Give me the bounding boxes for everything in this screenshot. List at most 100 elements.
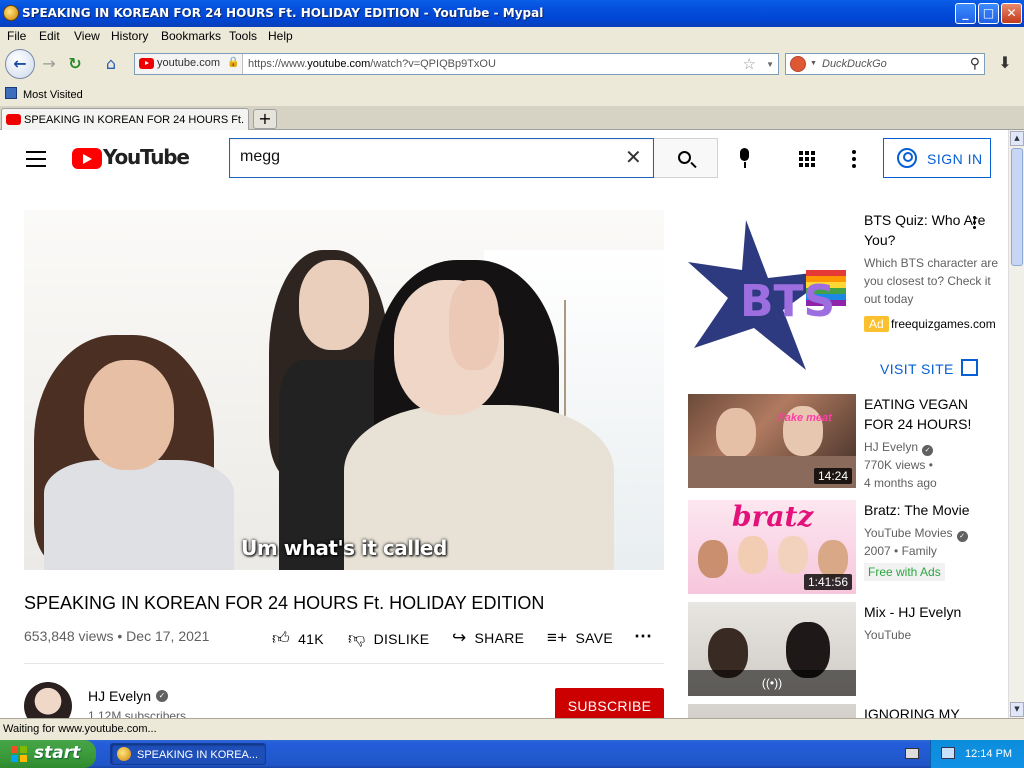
taskbar-window-item[interactable]: SPEAKING IN KOREA... [110,743,266,765]
subscribe-button[interactable]: SUBSCRIBE [555,688,664,718]
rec-age: 4 months ago [864,476,937,490]
tab-youtube[interactable]: SPEAKING IN KOREAN FOR 24 HOURS Ft. H... [1,108,249,130]
minimize-button[interactable]: _ [955,3,976,24]
page-viewport: YouTube ✕ SIGN IN Um what's it called SP… [0,130,1008,718]
rec-title[interactable]: Mix - HJ Evelyn [864,602,996,622]
youtube-logo-text[interactable]: YouTube [103,145,190,169]
menu-bookmarks[interactable]: Bookmarks [161,29,221,43]
rec-channel[interactable]: HJ Evelyn ✓ [864,438,934,456]
clear-search-icon[interactable]: ✕ [625,145,642,170]
youtube-logo-icon[interactable] [72,148,102,169]
close-button[interactable]: ✕ [1001,3,1022,24]
url-dropdown-icon[interactable]: ▼ [766,60,774,69]
sign-in-label: SIGN IN [927,151,983,167]
share-label: SHARE [474,630,525,646]
mypal-app-icon [117,747,131,761]
menu-help[interactable]: Help [268,29,293,43]
hamburger-menu-icon[interactable] [26,151,46,167]
duration-badge: 14:24 [813,468,852,484]
bookmarks-toolbar: Most Visited [0,82,1024,106]
most-visited-link[interactable]: Most Visited [23,89,83,101]
live-radio-icon: ((•)) [761,676,783,690]
rec-title[interactable]: IGNORING MY [864,704,996,718]
forward-arrow-icon[interactable]: → [36,51,62,77]
scrollbar-thumb[interactable] [1011,148,1023,266]
dislike-button[interactable]: 👎︎ DISLIKE [348,628,429,649]
rec-thumbnail[interactable] [688,704,856,718]
share-button[interactable]: ↪ SHARE [452,628,524,648]
ad-thumbnail[interactable]: BTS [688,210,856,378]
video-player[interactable]: Um what's it called [24,210,664,570]
channel-name[interactable]: HJ Evelyn [88,688,151,704]
network-icon[interactable] [941,747,955,759]
back-arrow-icon[interactable]: ← [5,49,35,79]
scroll-down-icon[interactable]: ▼ [1010,702,1024,717]
search-engine-dropdown-icon[interactable]: ▼ [810,60,817,67]
clock[interactable]: 12:14 PM [965,748,1012,760]
rec-channel[interactable]: YouTube [864,626,911,644]
thumbs-up-icon: 👍︎ [272,629,291,648]
microphone-icon[interactable] [740,148,750,170]
search-icon[interactable]: ⚲ [970,55,980,72]
ad-description: Which BTS character are you closest to? … [864,256,999,306]
rec-thumbnail[interactable]: Fake meat 14:24 [688,394,856,488]
youtube-search-box[interactable]: ✕ [229,138,654,178]
youtube-search-button[interactable] [654,138,718,178]
sign-in-button[interactable]: SIGN IN [883,138,991,178]
duckduckgo-icon[interactable] [790,56,806,72]
video-caption: Um what's it called [241,536,447,560]
rec-meta: 2007 • Family [864,544,937,558]
youtube-search-input[interactable] [240,148,610,166]
bookmark-star-icon[interactable]: ☆ [743,55,756,73]
url-text[interactable]: https://www.youtube.com/watch?v=QPIQBp9T… [248,58,496,70]
ad-options-icon[interactable] [973,216,977,231]
visit-site-button[interactable]: VISIT SITE [864,352,992,384]
window-title-bar[interactable]: SPEAKING IN KOREAN FOR 24 HOURS Ft. HOLI… [0,0,1024,27]
like-button[interactable]: 👍︎ 41K [272,628,324,649]
menu-file[interactable]: File [7,29,26,43]
windows-logo-icon [11,746,28,762]
browser-search-box[interactable]: ▼ DuckDuckGo ⚲ [785,53,985,75]
subscriber-count: 1.12M subscribers [88,709,187,718]
search-icon [678,151,691,164]
system-tray: 12:14 PM [930,740,1024,768]
external-link-icon [961,359,978,376]
channel-avatar[interactable] [24,682,72,718]
window-title: SPEAKING IN KOREAN FOR 24 HOURS Ft. HOLI… [22,6,544,20]
start-button[interactable]: start [0,740,96,768]
menu-tools[interactable]: Tools [229,29,257,43]
rec-overlay-text: bratz [732,500,814,533]
home-icon[interactable]: ⌂ [98,51,124,77]
youtube-favicon-icon [139,58,154,69]
keyboard-icon[interactable] [905,748,919,759]
download-icon[interactable]: ⬇ [993,53,1017,75]
reload-icon[interactable]: ↻ [62,51,88,77]
menu-history[interactable]: History [111,29,148,43]
rec-channel-name: HJ Evelyn [864,440,919,454]
rec-title[interactable]: EATING VEGAN FOR 24 HOURS! [864,394,996,434]
new-tab-button[interactable]: + [253,109,277,129]
divider [24,663,664,664]
menu-view[interactable]: View [74,29,100,43]
star-logo-icon: BTS [688,220,846,370]
rec-thumbnail[interactable]: bratz 1:41:56 [688,500,856,594]
url-bar[interactable]: youtube.com 🔒 https://www.youtube.com/wa… [134,53,779,75]
free-with-ads-badge: Free with Ads [864,563,945,581]
site-identity[interactable]: youtube.com 🔒 [135,54,243,74]
vertical-scrollbar[interactable]: ▲ ▼ [1008,130,1024,718]
menu-edit[interactable]: Edit [39,29,60,43]
share-icon: ↪ [452,628,467,647]
account-icon [897,148,917,168]
maximize-button[interactable]: □ [978,3,999,24]
more-actions-icon[interactable]: ⋯ [634,626,653,647]
visit-site-label: VISIT SITE [880,361,954,377]
settings-more-icon[interactable] [852,150,856,168]
scroll-up-icon[interactable]: ▲ [1010,131,1024,146]
url-prefix: https://www. [248,58,308,70]
add-to-playlist-icon: ≡+ [547,628,568,647]
rec-thumbnail[interactable]: ((•)) [688,602,856,696]
apps-grid-icon[interactable] [799,151,815,167]
rec-title[interactable]: Bratz: The Movie [864,500,996,520]
save-button[interactable]: ≡+ SAVE [547,628,613,648]
rec-channel[interactable]: YouTube Movies ✓ [864,524,968,542]
